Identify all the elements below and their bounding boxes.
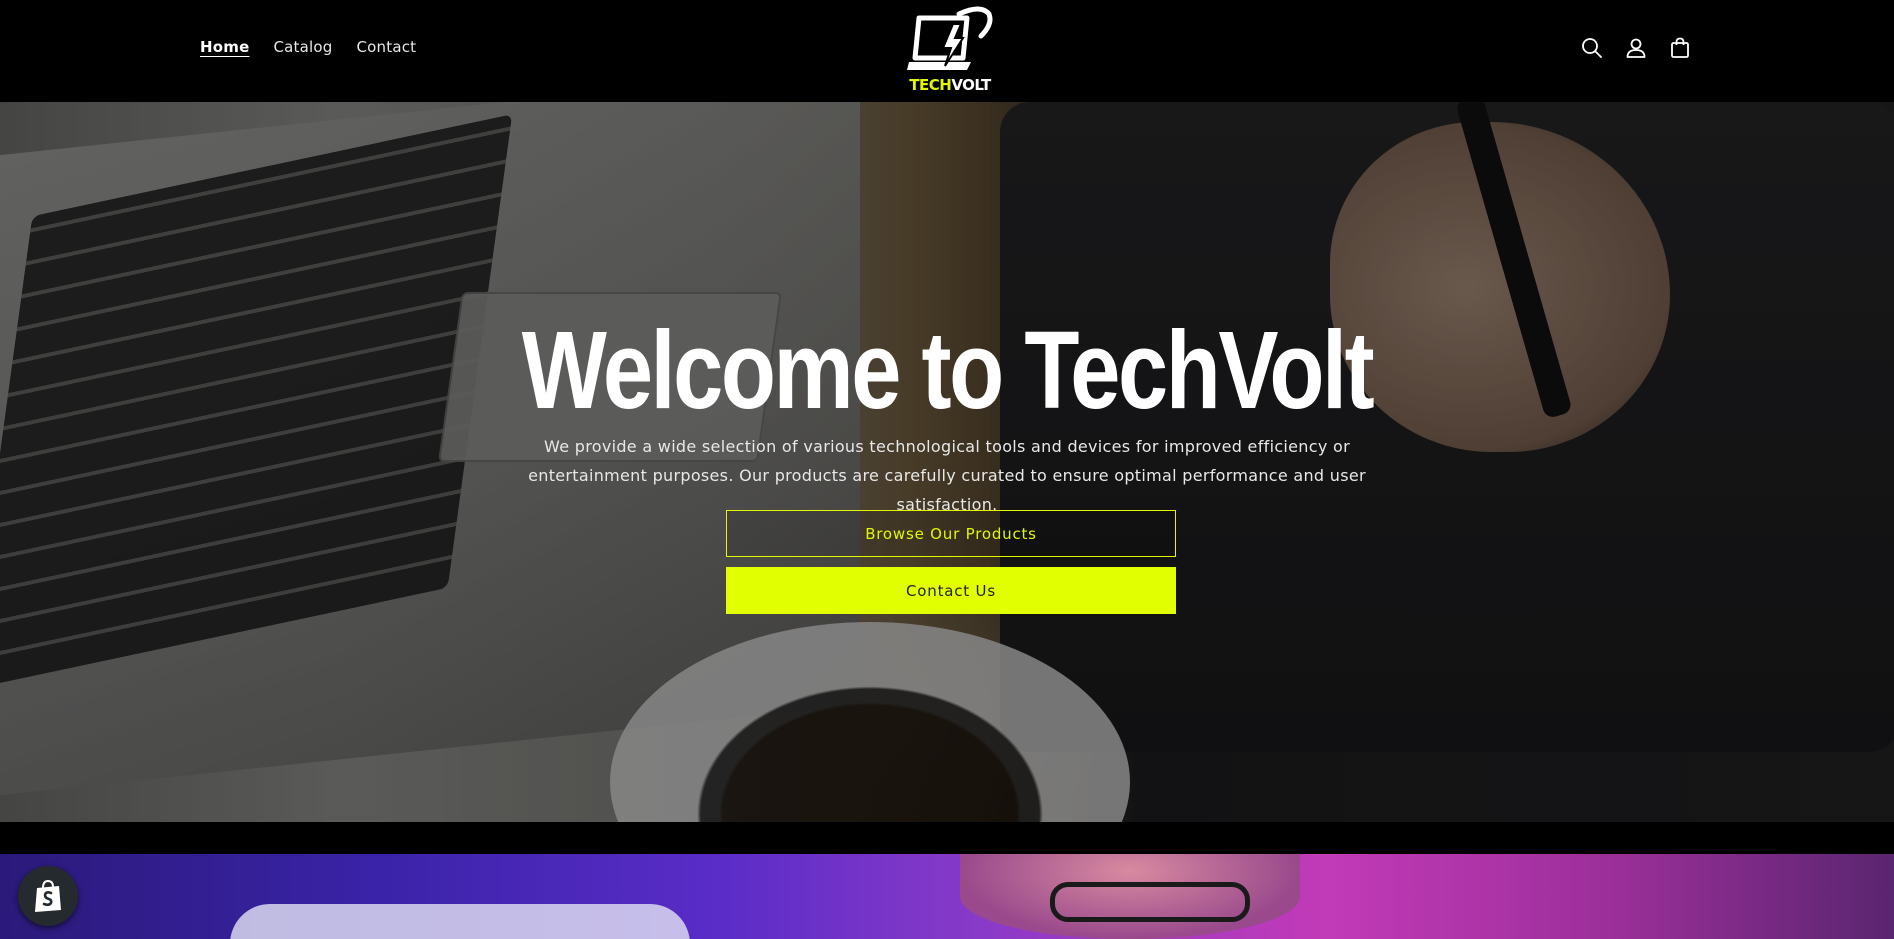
nav-link-home[interactable]: Home	[200, 38, 249, 56]
browse-products-button[interactable]: Browse Our Products	[726, 510, 1176, 557]
laptop-bolt-logo-icon	[907, 6, 993, 70]
cart-icon[interactable]	[1668, 36, 1692, 60]
contact-us-button[interactable]: Contact Us	[726, 567, 1176, 614]
site-logo[interactable]: TECHVOLT	[905, 6, 995, 94]
logo-text-volt: VOLT	[951, 76, 991, 94]
logo-text-tech: TECH	[909, 76, 952, 94]
header-icons	[1580, 36, 1692, 60]
hero-banner: Welcome to TechVolt We provide a wide se…	[0, 102, 1894, 822]
shopify-bag-icon	[35, 879, 61, 912]
shopify-badge[interactable]	[18, 866, 78, 926]
nav-link-catalog[interactable]: Catalog	[273, 38, 332, 56]
section-divider	[0, 822, 1894, 854]
next-section-banner	[0, 854, 1894, 939]
hero-content: Welcome to TechVolt We provide a wide se…	[0, 102, 1894, 822]
nav-link-contact[interactable]: Contact	[356, 38, 416, 56]
site-header: Home Catalog Contact TECHVOLT	[0, 0, 1894, 102]
main-nav: Home Catalog Contact	[200, 38, 416, 56]
hero-title: Welcome to TechVolt	[521, 309, 1375, 432]
next-section-image-phone	[230, 904, 690, 939]
hero-description: We provide a wide selection of various t…	[528, 437, 1366, 514]
account-icon[interactable]	[1624, 36, 1648, 60]
search-icon[interactable]	[1580, 36, 1604, 60]
logo-wordmark: TECHVOLT	[905, 76, 995, 94]
next-section-image-glasses	[1050, 882, 1250, 922]
